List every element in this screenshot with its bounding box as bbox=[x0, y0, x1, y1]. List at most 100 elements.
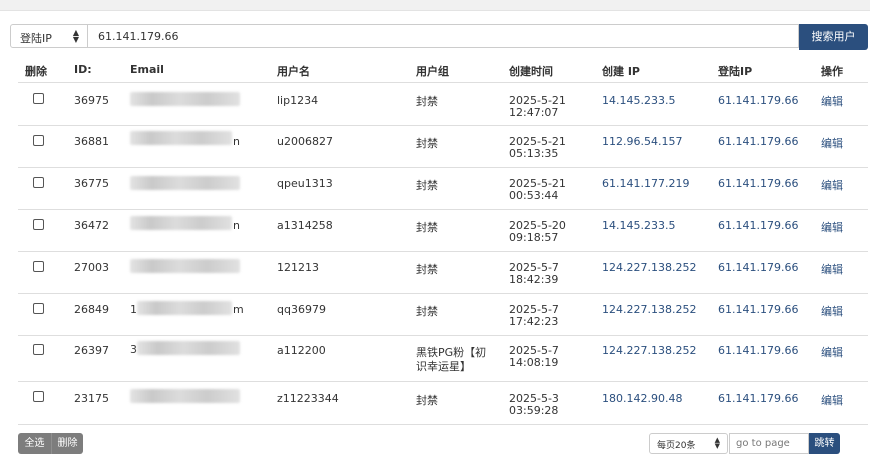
table-row: 26397 3 a112200 黑铁PG粉【初 识幸运星】 2025-5-7 1… bbox=[0, 336, 870, 382]
row-create-time: 12:47:07 bbox=[509, 106, 559, 119]
row-id: 26849 bbox=[74, 303, 109, 316]
row-divider bbox=[18, 424, 868, 425]
row-group: 封禁 bbox=[416, 394, 438, 407]
row-group: 封禁 bbox=[416, 305, 438, 318]
row-edit-link[interactable]: 编辑 bbox=[821, 137, 843, 150]
row-login-ip: 61.141.179.66 bbox=[718, 94, 799, 107]
email-visible-start: 1 bbox=[130, 303, 137, 316]
row-create-time: 00:53:44 bbox=[509, 189, 559, 202]
row-group: 封禁 bbox=[416, 221, 438, 234]
row-group: 封禁 bbox=[416, 263, 438, 276]
row-id: 26397 bbox=[74, 344, 109, 357]
row-edit-link[interactable]: 编辑 bbox=[821, 263, 843, 276]
row-group-line1: 黑铁PG粉【初 bbox=[416, 346, 487, 359]
row-login-ip: 61.141.179.66 bbox=[718, 177, 799, 190]
row-delete-checkbox[interactable] bbox=[33, 391, 44, 402]
email-visible-end: n bbox=[233, 135, 240, 148]
updown-caret-icon: ▲ ▼ bbox=[714, 436, 720, 450]
row-delete-checkbox[interactable] bbox=[33, 344, 44, 355]
header-create-time: 创建时间 bbox=[509, 65, 553, 78]
table-row: 36472 n a1314258 封禁 2025-5-20 09:18:57 1… bbox=[0, 210, 870, 252]
row-edit-link[interactable]: 编辑 bbox=[821, 221, 843, 234]
row-username: a1314258 bbox=[277, 219, 333, 232]
row-username: 121213 bbox=[277, 261, 319, 274]
row-group: 封禁 bbox=[416, 179, 438, 192]
row-login-ip: 61.141.179.66 bbox=[718, 135, 799, 148]
row-create-ip: 14.145.233.5 bbox=[602, 219, 676, 232]
email-redacted bbox=[130, 92, 240, 106]
search-input[interactable]: 61.141.179.66 bbox=[88, 24, 799, 48]
search-field-select[interactable]: 登陆IP ▲ ▼ bbox=[10, 24, 88, 48]
email-visible-end: n bbox=[233, 219, 240, 232]
row-create-ip: 180.142.90.48 bbox=[602, 392, 683, 405]
row-delete-checkbox[interactable] bbox=[33, 219, 44, 230]
row-create-ip: 61.141.177.219 bbox=[602, 177, 690, 190]
email-visible-start: 3 bbox=[130, 343, 137, 356]
row-id: 36775 bbox=[74, 177, 109, 190]
row-login-ip: 61.141.179.66 bbox=[718, 392, 799, 405]
goto-page-input[interactable] bbox=[729, 433, 809, 454]
header-delete: 删除 bbox=[25, 65, 47, 78]
search-field-label: 登陆IP bbox=[20, 32, 52, 45]
row-username: qq36979 bbox=[277, 303, 326, 316]
row-delete-checkbox[interactable] bbox=[33, 93, 44, 104]
header-group: 用户组 bbox=[416, 65, 449, 78]
row-login-ip: 61.141.179.66 bbox=[718, 261, 799, 274]
row-login-ip: 61.141.179.66 bbox=[718, 303, 799, 316]
bulk-delete-button[interactable]: 删除 bbox=[51, 433, 83, 454]
row-username: u2006827 bbox=[277, 135, 333, 148]
table-row: 36881 n u2006827 封禁 2025-5-21 05:13:35 1… bbox=[0, 126, 870, 168]
table-header: 删除 ID: Email 用户名 用户组 创建时间 创建 IP 登陆IP 操作 bbox=[0, 61, 870, 83]
per-page-select[interactable]: 每页20条 ▲ ▼ bbox=[649, 433, 728, 454]
row-delete-checkbox[interactable] bbox=[33, 261, 44, 272]
row-edit-link[interactable]: 编辑 bbox=[821, 394, 843, 407]
row-create-time: 17:42:23 bbox=[509, 315, 559, 328]
email-redacted bbox=[130, 216, 232, 230]
per-page-value: 每页20条 bbox=[657, 441, 696, 451]
search-input-value: 61.141.179.66 bbox=[98, 30, 179, 43]
row-username: a112200 bbox=[277, 344, 326, 357]
row-delete-checkbox[interactable] bbox=[33, 177, 44, 188]
table-row: 36975 lip1234 封禁 2025-5-21 12:47:07 14.1… bbox=[0, 83, 870, 125]
email-visible-end: m bbox=[233, 303, 244, 316]
row-edit-link[interactable]: 编辑 bbox=[821, 346, 843, 359]
row-edit-link[interactable]: 编辑 bbox=[821, 305, 843, 318]
row-create-ip: 112.96.54.157 bbox=[602, 135, 683, 148]
row-id: 36472 bbox=[74, 219, 109, 232]
row-id: 27003 bbox=[74, 261, 109, 274]
row-create-ip: 124.227.138.252 bbox=[602, 344, 697, 357]
row-id: 23175 bbox=[74, 392, 109, 405]
top-strip bbox=[0, 0, 870, 11]
table-row: 26849 1 m qq36979 封禁 2025-5-7 17:42:23 1… bbox=[0, 294, 870, 336]
header-login-ip: 登陆IP bbox=[718, 65, 753, 78]
row-login-ip: 61.141.179.66 bbox=[718, 219, 799, 232]
header-username: 用户名 bbox=[277, 65, 310, 78]
row-id: 36975 bbox=[74, 94, 109, 107]
row-create-time: 09:18:57 bbox=[509, 231, 559, 244]
row-username: lip1234 bbox=[277, 94, 319, 107]
header-email: Email bbox=[130, 63, 164, 76]
row-group-line2: 识幸运星】 bbox=[416, 360, 471, 373]
row-group: 封禁 bbox=[416, 137, 438, 150]
row-create-time: 03:59:28 bbox=[509, 404, 559, 417]
search-bar: 登陆IP ▲ ▼ 61.141.179.66 搜索用户 bbox=[10, 24, 868, 50]
row-group: 封禁 bbox=[416, 95, 438, 108]
row-create-ip: 124.227.138.252 bbox=[602, 261, 697, 274]
row-id: 36881 bbox=[74, 135, 109, 148]
row-edit-link[interactable]: 编辑 bbox=[821, 179, 843, 192]
select-all-button[interactable]: 全选 bbox=[18, 433, 51, 454]
row-delete-checkbox[interactable] bbox=[33, 135, 44, 146]
jump-button[interactable]: 跳转 bbox=[809, 433, 840, 454]
table-row: 27003 121213 封禁 2025-5-7 18:42:39 124.22… bbox=[0, 252, 870, 294]
search-button[interactable]: 搜索用户 bbox=[799, 24, 868, 50]
header-create-ip: 创建 IP bbox=[602, 65, 640, 78]
row-create-ip: 14.145.233.5 bbox=[602, 94, 676, 107]
row-edit-link[interactable]: 编辑 bbox=[821, 95, 843, 108]
header-action: 操作 bbox=[821, 65, 843, 78]
row-delete-checkbox[interactable] bbox=[33, 303, 44, 314]
row-create-time: 05:13:35 bbox=[509, 147, 559, 160]
email-redacted bbox=[137, 341, 240, 355]
row-create-time: 18:42:39 bbox=[509, 273, 559, 286]
updown-caret-icon: ▲ ▼ bbox=[72, 28, 79, 44]
email-redacted bbox=[130, 389, 240, 403]
